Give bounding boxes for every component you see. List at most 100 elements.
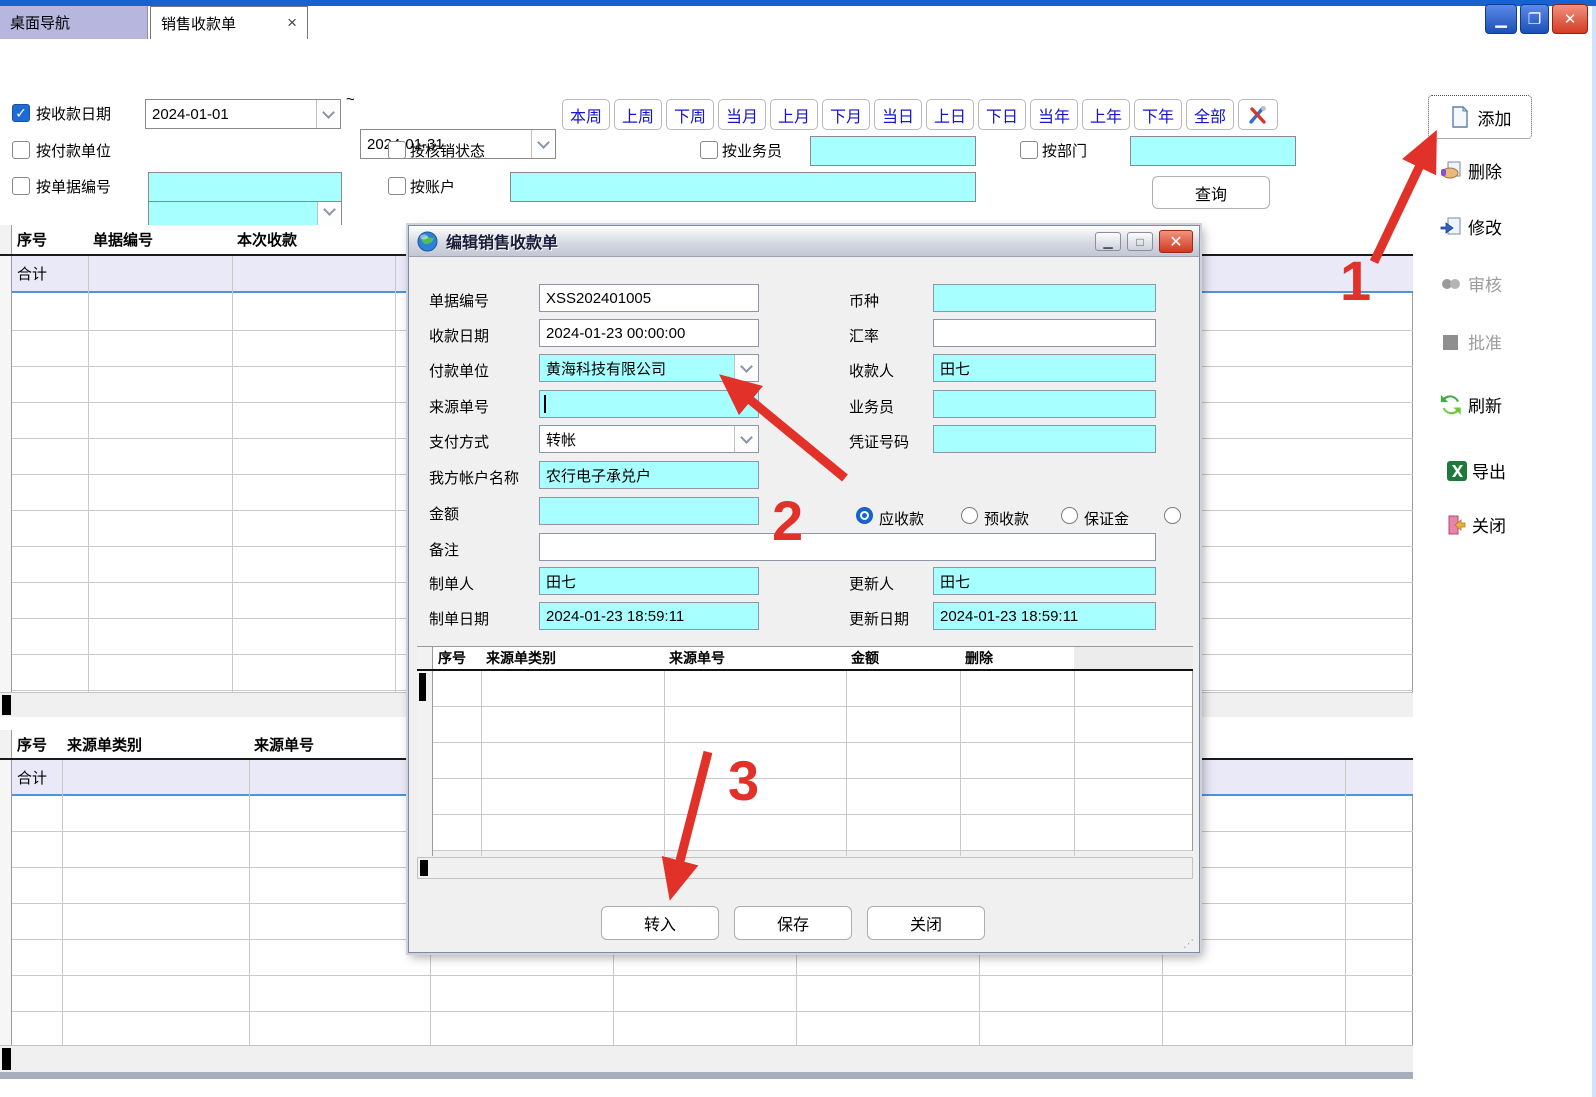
radio-advance[interactable] — [961, 507, 978, 524]
delete-icon — [1440, 160, 1462, 182]
range-this-week-button[interactable]: 本周 — [562, 99, 610, 130]
modify-button[interactable]: 修改 — [1440, 214, 1502, 239]
scrollbar-thumb[interactable] — [2, 1048, 11, 1070]
filter-date-checkbox[interactable]: ✓ — [12, 104, 30, 122]
account-input[interactable] — [510, 172, 976, 202]
filter-verify-status-checkbox[interactable] — [388, 141, 406, 159]
tab-sales-receipt[interactable]: 销售收款单 × — [150, 6, 308, 39]
make-date-field[interactable]: 2024-01-23 18:59:11 — [539, 602, 759, 630]
range-tomorrow-button[interactable]: 下日 — [978, 99, 1026, 130]
range-all-button[interactable]: 全部 — [1186, 99, 1234, 130]
payer-combobox[interactable]: 黄海科技有限公司 — [539, 354, 759, 382]
column-header[interactable]: 序号 — [433, 647, 481, 669]
radio-receivable[interactable] — [856, 507, 873, 524]
salesman-input[interactable] — [810, 136, 976, 166]
column-header[interactable]: 序号 — [12, 225, 88, 254]
row-header-column — [417, 671, 433, 856]
pay-method-combobox[interactable]: 转帐 — [539, 425, 759, 453]
chevron-down-icon[interactable] — [531, 130, 555, 158]
filter-doc-no-checkbox[interactable] — [12, 177, 30, 195]
chevron-down-icon[interactable] — [316, 100, 340, 128]
range-next-month-button[interactable]: 下月 — [822, 99, 870, 130]
amount-input[interactable] — [539, 497, 759, 525]
radio-label: 应收款 — [879, 508, 924, 529]
radio-deposit[interactable] — [1061, 507, 1078, 524]
app-window: 桌面导航 销售收款单 × ▁ ❐ ✕ ✓ 按收款日期 2024-01-01 ~ … — [0, 0, 1596, 1097]
resize-grip[interactable]: ⋰ — [1183, 937, 1195, 949]
dialog-close-button[interactable]: ✕ — [1159, 230, 1193, 253]
delete-button[interactable]: 删除 — [1440, 158, 1502, 183]
tab-label: 销售收款单 — [161, 13, 236, 34]
payee-field[interactable]: 田七 — [933, 354, 1156, 382]
save-button[interactable]: 保存 — [734, 906, 852, 940]
rate-field[interactable] — [933, 319, 1156, 347]
scrollbar-thumb[interactable] — [420, 860, 428, 876]
date-from-combobox[interactable]: 2024-01-01 — [145, 99, 341, 129]
dialog-titlebar[interactable]: 编辑销售收款单 ▁ □ ✕ — [409, 226, 1199, 257]
filter-salesman-checkbox[interactable] — [700, 141, 718, 159]
close-page-button[interactable]: 关闭 — [1446, 512, 1506, 537]
column-header[interactable]: 本次收款 — [232, 225, 395, 254]
range-last-month-button[interactable]: 上月 — [770, 99, 818, 130]
updater-field[interactable]: 田七 — [933, 567, 1156, 595]
chevron-down-icon[interactable] — [734, 426, 758, 452]
range-last-week-button[interactable]: 上周 — [614, 99, 662, 130]
query-button[interactable]: 查询 — [1152, 176, 1270, 209]
audit-button[interactable]: 审核 — [1440, 271, 1502, 296]
dialog-close-action-button[interactable]: 关闭 — [867, 906, 985, 940]
tab-desktop-nav[interactable]: 桌面导航 — [0, 6, 148, 39]
export-button[interactable]: 导出 — [1446, 458, 1506, 483]
dialog-minimize-button[interactable]: ▁ — [1095, 232, 1121, 251]
range-today-button[interactable]: 当日 — [874, 99, 922, 130]
window-restore-button[interactable]: ❐ — [1520, 4, 1549, 34]
voucher-no-field[interactable] — [933, 425, 1156, 453]
column-header[interactable]: 来源单号 — [249, 730, 430, 758]
range-yesterday-button[interactable]: 上日 — [926, 99, 974, 130]
filter-account-checkbox[interactable] — [388, 177, 406, 195]
globe-icon — [417, 231, 438, 252]
detail-horizontal-scrollbar[interactable] — [417, 857, 1193, 879]
row-header — [417, 647, 433, 669]
tab-close-icon[interactable]: × — [287, 13, 297, 33]
receipt-date-field[interactable]: 2024-01-23 00:00:00 — [539, 319, 759, 347]
doc-no-field[interactable]: XSS202401005 — [539, 284, 759, 312]
column-header[interactable]: 删除 — [960, 647, 1074, 669]
range-this-year-button[interactable]: 当年 — [1030, 99, 1078, 130]
window-minimize-button[interactable]: ▁ — [1485, 4, 1517, 34]
add-button[interactable]: 添加 — [1428, 95, 1532, 139]
approve-button[interactable]: 批准 — [1440, 329, 1502, 354]
our-account-field[interactable]: 农行电子承兑户 — [539, 461, 759, 489]
column-header[interactable]: 单据编号 — [88, 225, 232, 254]
doc-no-input[interactable] — [148, 172, 342, 202]
field-label: 单据编号 — [429, 290, 489, 311]
column-header[interactable]: 序号 — [12, 730, 62, 758]
dialog-maximize-button[interactable]: □ — [1127, 232, 1153, 251]
maker-field[interactable]: 田七 — [539, 567, 759, 595]
currency-field[interactable] — [933, 284, 1156, 312]
column-header[interactable]: 来源单类别 — [62, 730, 249, 758]
radio-other[interactable] — [1164, 507, 1181, 524]
update-date-field[interactable]: 2024-01-23 18:59:11 — [933, 602, 1156, 630]
close-icon: ✕ — [1564, 10, 1577, 28]
department-input[interactable] — [1130, 136, 1296, 166]
remark-input[interactable] — [539, 533, 1156, 561]
transfer-in-button[interactable]: 转入 — [601, 906, 719, 940]
status-divider — [0, 1072, 1413, 1079]
range-next-week-button[interactable]: 下周 — [666, 99, 714, 130]
column-header[interactable]: 来源单号 — [664, 647, 846, 669]
refresh-button[interactable]: 刷新 — [1440, 392, 1502, 417]
column-header[interactable]: 金额 — [846, 647, 960, 669]
range-next-year-button[interactable]: 下年 — [1134, 99, 1182, 130]
range-last-year-button[interactable]: 上年 — [1082, 99, 1130, 130]
salesman-field[interactable] — [933, 390, 1156, 418]
chevron-down-icon[interactable] — [734, 355, 758, 381]
range-this-month-button[interactable]: 当月 — [718, 99, 766, 130]
horizontal-scrollbar[interactable] — [0, 1045, 1413, 1072]
window-close-button[interactable]: ✕ — [1552, 4, 1588, 34]
filter-tools-button[interactable] — [1238, 99, 1278, 130]
filter-department-checkbox[interactable] — [1020, 141, 1038, 159]
scrollbar-thumb[interactable] — [2, 695, 11, 715]
column-header[interactable]: 来源单类别 — [481, 647, 664, 669]
filter-payer-checkbox[interactable] — [12, 141, 30, 159]
source-no-input[interactable] — [539, 390, 759, 418]
